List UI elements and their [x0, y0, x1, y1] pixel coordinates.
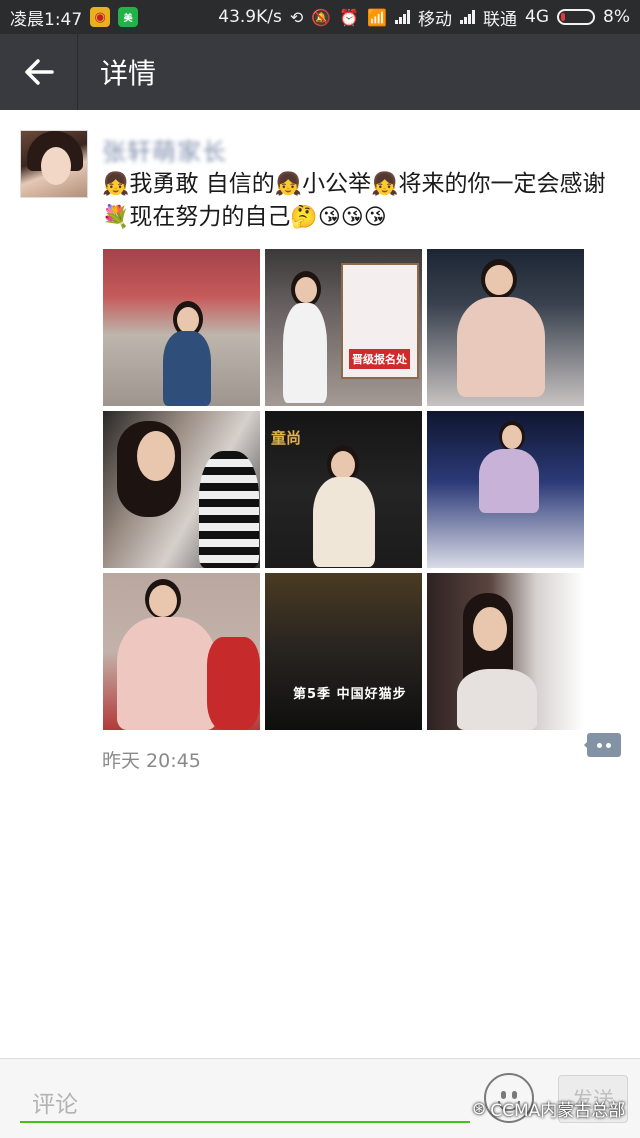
comment-input[interactable]: 评论 [20, 1077, 470, 1123]
post-text: 👧我勇敢 自信的👧小公举👧将来的你一定会感谢 💐现在努力的自己🤔😘😘😘 [102, 168, 622, 234]
photo-caption: 晋级报名处 [349, 349, 410, 369]
photo-thumbnail[interactable] [427, 573, 584, 730]
meituan-icon: 美 [118, 7, 139, 27]
photo-thumbnail[interactable]: 晋级报名处 [265, 249, 422, 406]
photo-thumbnail[interactable] [427, 411, 584, 568]
photo-thumbnail[interactable] [103, 411, 260, 568]
status-bar: 凌晨1:47 ◉ 美 43.9K/s ⟲ 🔕 ⏰ 📶 移动 联通 4G 8% [0, 0, 640, 34]
signal-icon-2 [460, 10, 476, 24]
title-bar: 详情 [0, 34, 640, 110]
comment-placeholder: 评论 [32, 1092, 78, 1118]
clock: 凌晨1:47 [10, 9, 83, 30]
signal-icon [395, 10, 411, 24]
photo-thumbnail[interactable]: 第5季 中国好猫步 [265, 573, 422, 730]
photo-thumbnail[interactable] [103, 573, 260, 730]
kiss-emoji: 😘 [340, 205, 364, 230]
mute-icon: 🔕 [311, 7, 332, 27]
post-text-part: 现在努力的自己 [129, 204, 291, 230]
post-text-part: 小公举 [302, 171, 372, 197]
carrier-2: 联通 [483, 9, 518, 30]
battery-percent: 8% [603, 7, 630, 27]
sync-icon: ⟲ [289, 7, 304, 27]
flower-emoji: 💐 [102, 205, 130, 230]
back-button[interactable] [0, 34, 78, 110]
thinking-emoji: 🤔 [290, 205, 318, 230]
photo-caption: 童尚 [271, 429, 302, 447]
username[interactable]: 张轩萌家长 [102, 132, 227, 167]
kiss-emoji: 😘 [363, 205, 387, 230]
carrier-1: 移动 [418, 9, 453, 30]
photo-grid: 晋级报名处 童尚 第5季 中国好猫步 [103, 249, 584, 730]
photo-thumbnail[interactable] [103, 249, 260, 406]
network-speed: 43.9K/s [218, 7, 282, 27]
girl-emoji: 👧 [274, 172, 303, 197]
watermark-text: CCMA内蒙古总部 [490, 1101, 626, 1121]
photo-caption: 第5季 中国好猫步 [293, 687, 407, 702]
back-arrow-icon [24, 59, 54, 85]
post-text-part: 我勇敢 自信的 [129, 171, 275, 197]
post-timestamp: 昨天 20:45 [102, 750, 201, 772]
photo-thumbnail[interactable] [427, 249, 584, 406]
post-text-part: 将来的你一定会感谢 [398, 171, 606, 197]
kiss-emoji: 😘 [317, 205, 341, 230]
battery-icon [557, 9, 596, 25]
photo-thumbnail[interactable]: 童尚 [265, 411, 422, 568]
alarm-icon: ⏰ [339, 7, 360, 27]
girl-emoji: 👧 [371, 172, 399, 197]
comment-menu-button[interactable] [584, 733, 621, 757]
wifi-icon: 📶 [367, 7, 388, 27]
weibo-icon: ◉ [90, 7, 111, 27]
page-title: 详情 [100, 57, 157, 90]
wechat-icon: ⊛ [472, 1098, 487, 1119]
avatar[interactable] [20, 130, 88, 198]
girl-emoji: 👧 [102, 172, 130, 197]
network-type: 4G [525, 7, 550, 27]
watermark: ⊛ CCMA内蒙古总部 [472, 1096, 626, 1122]
